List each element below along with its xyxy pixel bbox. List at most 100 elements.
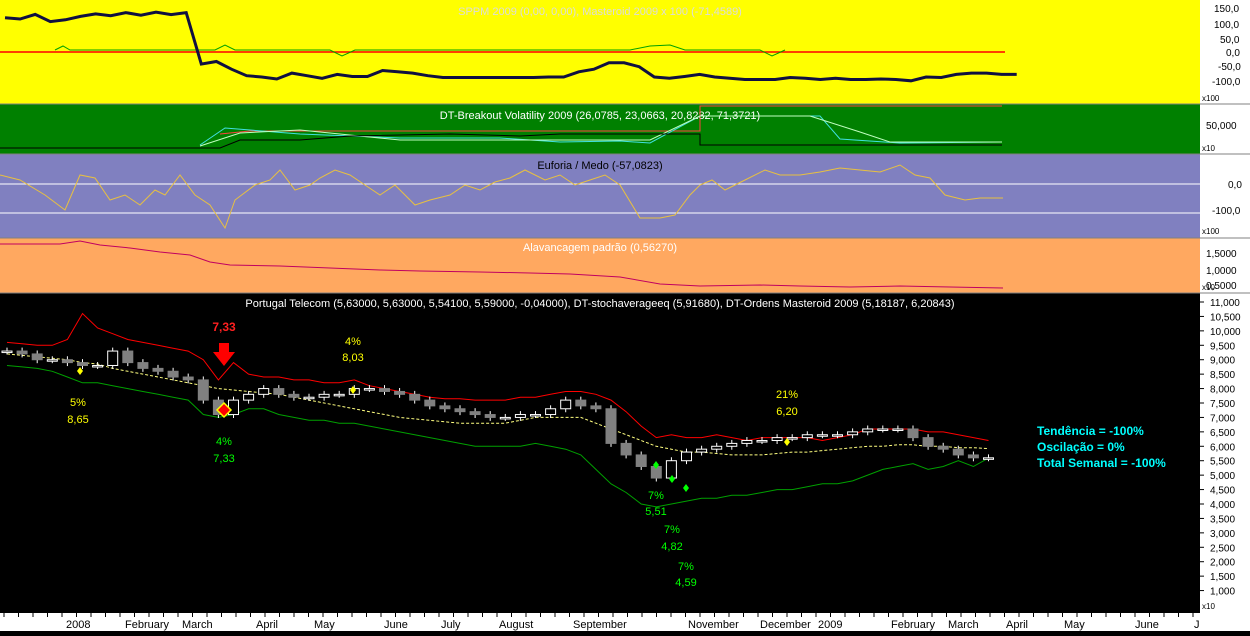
x-axis-label: February xyxy=(125,619,170,631)
trading-chart-window: SPPM 2009 (0,00, 0,00), Masteroid 2009 x… xyxy=(0,0,1250,631)
candle-body xyxy=(983,457,994,460)
annotation-pct: 5% xyxy=(70,397,86,409)
x-axis-label: June xyxy=(384,619,408,631)
axis-tick: -100,0 xyxy=(1212,206,1241,217)
axis-tick: -50,0 xyxy=(1218,62,1241,73)
candle-body xyxy=(122,350,134,364)
candle-body xyxy=(288,393,300,398)
axis-tick: -100,0 xyxy=(1212,77,1241,88)
candle-body xyxy=(696,448,708,453)
axis-tick: 150,0 xyxy=(1214,4,1239,15)
axis-tick: 4,500 xyxy=(1210,486,1235,497)
axis-tick: 1,000 xyxy=(1210,587,1235,598)
axis-tick: 10,000 xyxy=(1210,327,1241,338)
candle-body xyxy=(832,434,843,437)
candle-body xyxy=(137,362,149,369)
price-panel-title: Portugal Telecom (5,63000, 5,63000, 5,54… xyxy=(245,298,954,310)
candle-body xyxy=(635,454,647,467)
candle-body xyxy=(424,399,436,407)
sell-signal-price: 7,33 xyxy=(212,320,236,334)
price-axis-scale: x10 xyxy=(1202,602,1215,611)
x-axis-label: April xyxy=(1006,619,1028,631)
candle-body xyxy=(409,393,421,401)
candle-body xyxy=(620,442,632,456)
summary-tendencia: Tendência = -100% xyxy=(1037,424,1144,438)
x-axis-label: June xyxy=(1135,619,1159,631)
axis-scale: x100 xyxy=(1202,227,1220,236)
candle-body xyxy=(937,445,949,450)
candle-body xyxy=(394,390,406,395)
x-axis-label: April xyxy=(256,619,278,631)
x-axis-label: August xyxy=(499,619,533,631)
candle-body xyxy=(77,362,88,366)
candle-body xyxy=(967,454,979,459)
summary-total-semanal: Total Semanal = -100% xyxy=(1037,456,1166,470)
candle-body xyxy=(273,388,285,395)
x-axis-label: March xyxy=(182,619,213,631)
axis-tick: 10,500 xyxy=(1210,312,1241,323)
euforia-axis-bg xyxy=(1200,154,1250,238)
axis-tick: 7,500 xyxy=(1210,399,1235,410)
axis-tick: 50,0 xyxy=(1220,35,1240,46)
candle-body xyxy=(333,393,345,397)
axis-tick: 100,0 xyxy=(1214,20,1239,31)
candle-body xyxy=(847,431,859,436)
axis-tick: 4,000 xyxy=(1210,500,1235,511)
candle-body xyxy=(107,350,119,366)
candle-body xyxy=(167,370,179,378)
candle-body xyxy=(590,405,602,410)
axis-tick: 8,000 xyxy=(1210,385,1235,396)
x-axis-label: November xyxy=(688,619,739,631)
x-axis-label: December xyxy=(760,619,811,631)
alavancagem-panel-title: Alavancagem padrão (0,56270) xyxy=(523,242,677,254)
candle-body xyxy=(665,460,677,479)
candle-body xyxy=(862,428,874,433)
axis-tick: 9,000 xyxy=(1210,356,1235,367)
x-axis-label: September xyxy=(573,619,627,631)
candle-body xyxy=(16,350,28,355)
candle-body xyxy=(726,442,738,447)
candle-body xyxy=(469,411,481,416)
chart-canvas[interactable]: SPPM 2009 (0,00, 0,00), Masteroid 2009 x… xyxy=(0,0,1250,631)
candle-body xyxy=(530,414,541,417)
candle-body xyxy=(907,428,919,439)
candle-body xyxy=(605,408,617,444)
candle-body xyxy=(560,399,572,410)
candle-body xyxy=(92,364,104,368)
candle-body xyxy=(801,434,813,439)
summary-oscilacao: Oscilação = 0% xyxy=(1037,440,1125,454)
axis-tick: 9,500 xyxy=(1210,341,1235,352)
x-axis-label: May xyxy=(1064,619,1085,631)
candle-body xyxy=(454,408,466,413)
candle-body xyxy=(816,434,828,437)
arrow-shaft xyxy=(219,343,229,353)
annotation-price: 6,20 xyxy=(776,406,797,418)
candle-body xyxy=(922,437,934,447)
axis-tick: 1,0000 xyxy=(1206,266,1237,277)
axis-tick: 5,000 xyxy=(1210,471,1235,482)
candle-body xyxy=(681,451,692,462)
candle-body xyxy=(228,399,239,416)
candle-body xyxy=(711,445,723,450)
candle-body xyxy=(318,393,330,398)
axis-tick: 3,500 xyxy=(1210,514,1235,525)
x-axis-label: February xyxy=(891,619,936,631)
euforia-panel-title: Euforia / Medo (-57,0823) xyxy=(537,160,662,172)
candle-body xyxy=(243,393,255,401)
candle-body xyxy=(545,408,557,416)
x-axis-label: March xyxy=(948,619,979,631)
candle-body xyxy=(258,388,270,395)
candle-body xyxy=(31,353,43,361)
sppm-panel-title: SPPM 2009 (0,00, 0,00), Masteroid 2009 x… xyxy=(458,6,742,18)
candle-body xyxy=(197,379,209,401)
candle-body xyxy=(514,414,526,418)
x-axis-label: J xyxy=(1194,619,1200,631)
x-axis-label: May xyxy=(314,619,335,631)
candle-body xyxy=(484,414,496,418)
candle-body xyxy=(786,437,798,440)
axis-tick: 0,0 xyxy=(1228,180,1242,191)
candle-body xyxy=(771,437,783,442)
annotation-price: 5,51 xyxy=(645,506,666,518)
annotation-pct: 7% xyxy=(648,490,664,502)
annotation-pct: 21% xyxy=(776,389,798,401)
